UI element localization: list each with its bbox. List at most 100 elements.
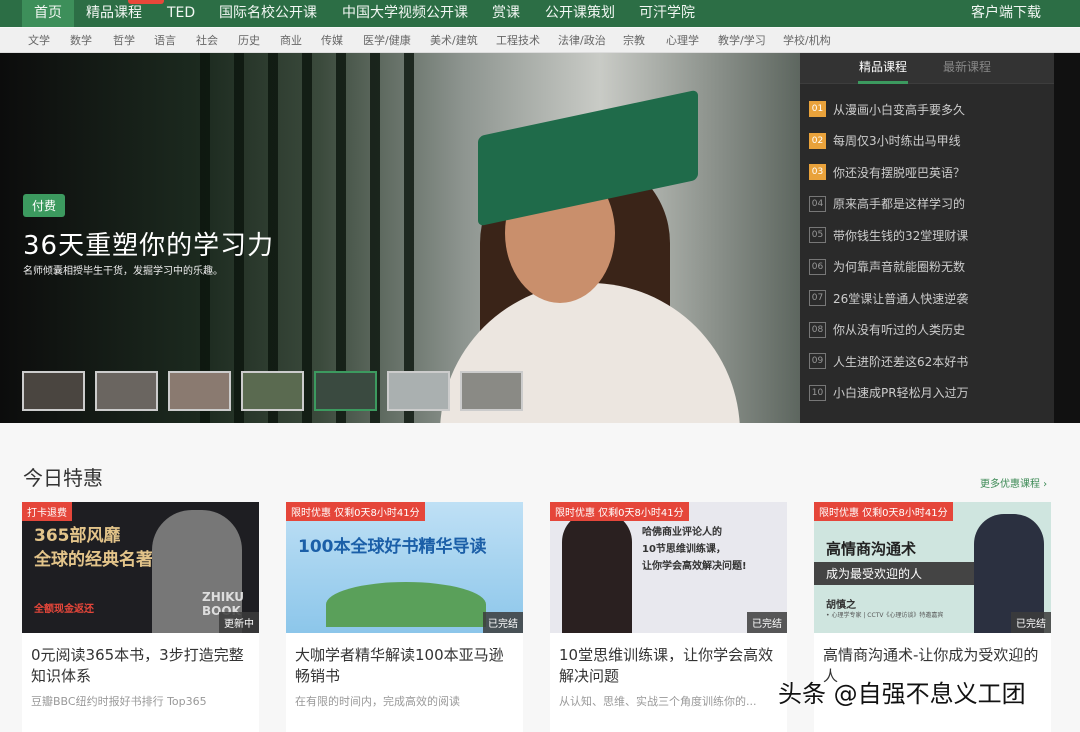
rank-number: 07 — [809, 290, 826, 306]
nav-item[interactable]: 国际名校公开课 — [219, 0, 317, 27]
ranking-title: 你从没有听过的人类历史 — [833, 321, 965, 338]
ranking-item[interactable]: 03 你还没有摆脱哑巴英语？ — [809, 163, 965, 181]
card-image-text: 哈佛商业评论人的 10节思维训练课， 让你学会高效解决问题! — [642, 524, 747, 575]
category-link[interactable]: 语言 — [154, 28, 176, 53]
course-card-image[interactable]: 365部风靡 全球的经典名著全额现金返还ZHIKU BOOK打卡退费更新中 — [22, 502, 259, 633]
ranking-item[interactable]: 06 为何靠声音就能圈粉无数 — [809, 258, 965, 276]
course-card[interactable]: 哈佛商业评论人的 10节思维训练课， 让你学会高效解决问题! 限时优惠 仅剩0天8… — [550, 502, 787, 732]
tab-latest-courses[interactable]: 最新课程 — [943, 53, 991, 81]
category-link[interactable]: 宗教 — [623, 28, 645, 53]
category-link[interactable]: 社会 — [196, 28, 218, 53]
category-link[interactable]: 法律/政治 — [558, 28, 606, 53]
category-link[interactable]: 传媒 — [321, 28, 343, 53]
category-link[interactable]: 医学/健康 — [363, 28, 411, 53]
category-link[interactable]: 历史 — [238, 28, 260, 53]
course-card[interactable]: 365部风靡 全球的经典名著全额现金返还ZHIKU BOOK打卡退费更新中0元阅… — [22, 502, 259, 732]
top-nav: 首页精品课程 TED 国际名校公开课中国大学视频公开课赏课公开课策划可汗学院 客户端… — [0, 0, 1080, 27]
category-link[interactable]: 美术/建筑 — [430, 28, 478, 53]
promo-tag: 限时优惠 仅剩0天8小时41分 — [550, 502, 689, 521]
ranking-item[interactable]: 02 每周仅3小时练出马甲线 — [809, 132, 961, 150]
category-link[interactable]: 教学/学习 — [718, 28, 766, 53]
card-image-person — [562, 512, 632, 633]
section-title: 今日特惠 — [23, 462, 103, 491]
carousel-thumbnail[interactable] — [241, 371, 304, 411]
rank-number: 01 — [809, 101, 826, 117]
carousel-thumbnail[interactable] — [22, 371, 85, 411]
course-subtitle: 豆瓣BBC纽约时报好书排行 Top365 — [22, 687, 259, 715]
ranking-title: 为何靠声音就能圈粉无数 — [833, 258, 965, 275]
hero-title[interactable]: 36天重塑你的学习力 — [23, 225, 274, 262]
ranking-item[interactable]: 04 原来高手都是这样学习的 — [809, 195, 965, 213]
category-link[interactable]: 商业 — [280, 28, 302, 53]
promo-tag: 限时优惠 仅剩0天8小时41分 — [286, 502, 425, 521]
carousel-thumbnail[interactable] — [168, 371, 231, 411]
nav-item[interactable]: 赏课 — [492, 0, 520, 27]
course-title[interactable]: 大咖学者精华解读100本亚马逊畅销书 — [286, 633, 523, 687]
nav-item[interactable]: 中国大学视频公开课 — [342, 0, 468, 27]
course-card-image[interactable]: 高情商沟通术成为最受欢迎的人胡慎之• 心理学专家 | CCTV《心理访谈》特邀嘉… — [814, 502, 1051, 633]
course-card-image[interactable]: 哈佛商业评论人的 10节思维训练课， 让你学会高效解决问题! 限时优惠 仅剩0天8… — [550, 502, 787, 633]
ranking-item[interactable]: 10 小白速成PR轻松月入过万 — [809, 384, 969, 402]
course-subtitle: 从认知、思维、实战三个角度训练你的... — [550, 687, 787, 715]
rank-number: 02 — [809, 133, 826, 149]
ranking-title: 小白速成PR轻松月入过万 — [833, 384, 969, 401]
rank-number: 08 — [809, 322, 826, 338]
carousel-thumbnail[interactable] — [387, 371, 450, 411]
ranking-title: 从漫画小白变高手要多久 — [833, 101, 965, 118]
nav-item[interactable]: 首页 — [22, 0, 74, 27]
carousel-thumbnail[interactable] — [460, 371, 523, 411]
course-subtitle: 在有限的时间内，完成高效的阅读 — [286, 687, 523, 715]
category-link[interactable]: 文学 — [28, 28, 50, 53]
category-nav: 文学数学哲学语言社会历史商业传媒医学/健康美术/建筑工程技术法律/政治宗教心理学… — [0, 28, 1080, 53]
course-ranking-panel: 精品课程 最新课程 01 从漫画小白变高手要多久 02 每周仅3小时练出马甲线 03 你还… — [800, 53, 1054, 423]
ranking-title: 26堂课让普通人快速逆袭 — [833, 290, 968, 307]
more-deals-link[interactable]: 更多优惠课程 › — [980, 475, 1047, 490]
category-link[interactable]: 数学 — [70, 28, 92, 53]
nav-item[interactable]: TED — [167, 0, 195, 27]
card-image-name: 胡慎之 — [826, 596, 856, 611]
watermark: 头条 @自强不息义工团 — [778, 674, 1026, 709]
course-title[interactable]: 10堂思维训练课，让你学会高效解决问题 — [550, 633, 787, 687]
tab-featured-courses[interactable]: 精品课程 — [858, 53, 908, 84]
category-link[interactable]: 心理学 — [666, 28, 699, 53]
course-title[interactable]: 0元阅读365本书，3步打造完整知识体系 — [22, 633, 259, 687]
ranking-title: 你还没有摆脱哑巴英语？ — [833, 164, 965, 181]
card-image-text: 365部风靡 全球的经典名著 — [34, 524, 153, 572]
ranking-item[interactable]: 07 26堂课让普通人快速逆袭 — [809, 289, 968, 307]
carousel-thumbnail[interactable] — [95, 371, 158, 411]
rank-number: 09 — [809, 353, 826, 369]
course-card[interactable]: 100本全球好书精华导读限时优惠 仅剩0天8小时41分已完结大咖学者精华解读10… — [286, 502, 523, 732]
category-link[interactable]: 哲学 — [113, 28, 135, 53]
ranking-item[interactable]: 05 带你钱生钱的32堂理财课 — [809, 226, 968, 244]
ranking-item[interactable]: 09 人生进阶还差这62本好书 — [809, 352, 968, 370]
ranking-title: 原来高手都是这样学习的 — [833, 195, 965, 212]
promo-tag: 打卡退费 — [22, 502, 72, 521]
category-link[interactable]: 工程技术 — [496, 28, 540, 53]
card-image-subtext: 全额现金返还 — [34, 600, 94, 615]
rank-number: 10 — [809, 385, 826, 401]
client-download-link[interactable]: 客户端下载 — [971, 0, 1041, 27]
nav-item[interactable]: 公开课策划 — [545, 0, 615, 27]
course-card-image[interactable]: 100本全球好书精华导读限时优惠 仅剩0天8小时41分已完结 — [286, 502, 523, 633]
nav-item[interactable]: 精品课程 — [86, 0, 142, 27]
nav-item[interactable]: 可汗学院 — [639, 0, 695, 27]
rank-number: 05 — [809, 227, 826, 243]
ranking-title: 每周仅3小时练出马甲线 — [833, 132, 961, 149]
category-link[interactable]: 学校/机构 — [783, 28, 831, 53]
ranking-item[interactable]: 01 从漫画小白变高手要多久 — [809, 100, 965, 118]
carousel-thumbnail[interactable] — [314, 371, 377, 411]
card-image-subtext: 成为最受欢迎的人 — [814, 562, 974, 585]
ranking-title: 人生进阶还差这62本好书 — [833, 353, 968, 370]
rank-number: 06 — [809, 259, 826, 275]
course-status-badge: 已完结 — [747, 612, 787, 633]
rank-number: 03 — [809, 164, 826, 180]
hero-subtitle: 名师倾囊相授毕生干货，发掘学习中的乐趣。 — [23, 262, 223, 277]
ranking-item[interactable]: 08 你从没有听过的人类历史 — [809, 321, 965, 339]
course-status-badge: 已完结 — [1011, 612, 1051, 633]
ranking-title: 带你钱生钱的32堂理财课 — [833, 227, 968, 244]
paid-tag: 付费 — [23, 194, 65, 217]
rank-number: 04 — [809, 196, 826, 212]
course-status-badge: 更新中 — [219, 612, 259, 633]
card-image-desc: • 心理学专家 | CCTV《心理访谈》特邀嘉宾 — [826, 610, 943, 619]
hero-banner[interactable]: 付费 36天重塑你的学习力 名师倾囊相授毕生干货，发掘学习中的乐趣。 精品课程 … — [0, 53, 1080, 423]
